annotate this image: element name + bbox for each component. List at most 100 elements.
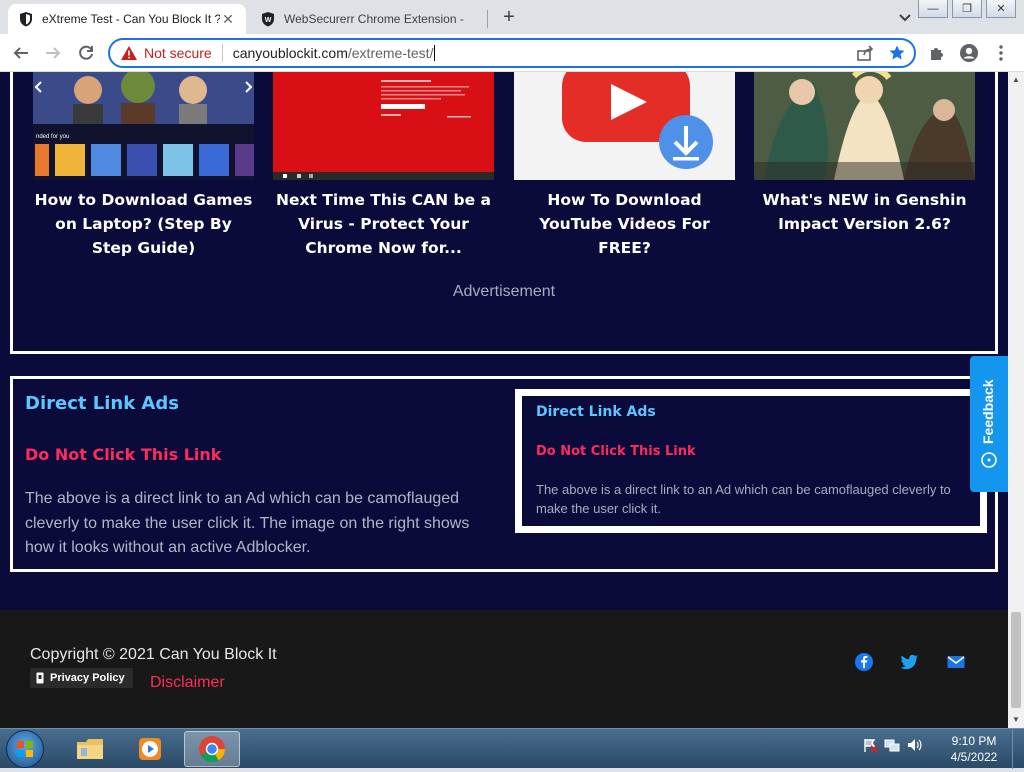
omnibox-actions <box>856 44 906 62</box>
privacy-policy-label: Privacy Policy <box>50 672 125 684</box>
taskbar-clock[interactable]: 9:10 PM 4/5/2022 <box>944 733 1004 765</box>
twitter-icon[interactable] <box>899 652 919 672</box>
reload-icon <box>79 45 93 60</box>
network-icon[interactable] <box>884 737 900 753</box>
back-arrow-icon <box>13 47 28 59</box>
clock-date: 4/5/2022 <box>950 750 998 764</box>
preview-description: The above is a direct link to an Ad whic… <box>536 482 951 516</box>
show-desktop-button[interactable] <box>1012 729 1024 769</box>
genshin-thumbnail-image <box>754 72 975 180</box>
folder-icon <box>77 739 103 759</box>
video-thumbnail[interactable] <box>754 72 975 180</box>
avatar-icon <box>960 44 978 62</box>
video-title[interactable]: What's NEW in Genshin Impact Version 2.6… <box>754 188 975 236</box>
feedback-chat-icon <box>981 452 997 468</box>
windows-taskbar: 9:10 PM 4/5/2022 <box>0 728 1024 769</box>
svg-text:nded for you: nded for you <box>36 134 69 140</box>
close-window-button[interactable]: ✕ <box>986 0 1016 18</box>
site-footer: Copyright © 2021 Can You Block It Privac… <box>0 610 1008 728</box>
omnibox-divider <box>221 44 223 62</box>
video-card[interactable]: What's NEW in Genshin Impact Version 2.6… <box>754 72 975 236</box>
video-thumbnail[interactable] <box>514 72 735 180</box>
scroll-up-arrow-icon[interactable]: ▲ <box>1008 72 1024 88</box>
tab-extreme-test[interactable]: eXtreme Test - Can You Block It ? ✕ <box>8 4 246 34</box>
feedback-label: Feedback <box>980 379 996 444</box>
minimize-button[interactable]: — <box>918 0 948 18</box>
websecurerr-favicon-icon: W <box>262 12 274 27</box>
start-button[interactable] <box>6 730 44 768</box>
video-card[interactable]: How To Download YouTube Videos For FREE? <box>514 72 735 260</box>
svg-text:W: W <box>265 17 272 24</box>
forward-arrow-icon <box>46 47 61 59</box>
windows-logo-icon <box>17 741 33 757</box>
related-videos-box: nded for you How to Download Games on La… <box>10 72 998 354</box>
extensions-button[interactable] <box>926 42 948 64</box>
bookmark-star-icon[interactable] <box>888 44 906 62</box>
back-button[interactable] <box>10 42 32 64</box>
media-player-icon <box>139 738 161 760</box>
taskbar-file-explorer[interactable] <box>62 731 118 767</box>
share-icon[interactable] <box>856 44 874 62</box>
chrome-logo-icon <box>199 736 226 763</box>
restore-button[interactable]: ❐ <box>952 0 982 18</box>
taskbar-chrome[interactable] <box>184 731 240 767</box>
video-thumbnail[interactable]: nded for you <box>33 72 254 180</box>
shield-favicon-icon <box>20 12 32 27</box>
scroll-thumb[interactable] <box>1011 612 1021 708</box>
taskbar-media-player[interactable] <box>122 731 178 767</box>
preview-link-text: Do Not Click This Link <box>536 444 696 459</box>
tab-title: eXtreme Test - Can You Block It ? <box>42 12 220 26</box>
tab-websecurerr[interactable]: W WebSecurerr Chrome Extension - <box>250 4 486 34</box>
address-bar[interactable]: Not secure canyoublockit.com/extreme-tes… <box>108 38 916 68</box>
copyright-text: Copyright © 2021 Can You Block It <box>30 646 277 663</box>
privacy-lock-icon <box>36 672 44 684</box>
email-icon[interactable] <box>946 652 966 672</box>
volume-icon[interactable] <box>906 737 922 753</box>
video-card[interactable]: nded for you How to Download Games on La… <box>33 72 254 260</box>
url-path: /extreme-test/ <box>347 45 434 61</box>
tab-search-chevron-icon[interactable] <box>896 8 914 26</box>
video-card[interactable]: Next Time This CAN be a Virus - Protect … <box>273 72 494 260</box>
vertical-scrollbar[interactable]: ▲ ▼ <box>1008 72 1024 728</box>
window-controls: — ❐ ✕ <box>918 0 1016 18</box>
action-center-flag-icon[interactable] <box>862 737 878 753</box>
profile-button[interactable] <box>958 42 980 64</box>
do-not-click-link[interactable]: Do Not Click This Link <box>25 445 221 464</box>
video-title[interactable]: Next Time This CAN be a Virus - Protect … <box>273 188 494 260</box>
new-tab-button[interactable]: + <box>498 6 520 28</box>
section-title: Direct Link Ads <box>25 393 179 414</box>
tab-close-icon[interactable]: ✕ <box>220 11 236 27</box>
games-thumbnail-image: nded for you <box>33 72 254 180</box>
advertisement-label: Advertisement <box>452 283 556 300</box>
warning-triangle-icon[interactable] <box>120 45 138 61</box>
text-caret <box>434 45 436 61</box>
tab-title: WebSecurerr Chrome Extension - <box>284 12 464 26</box>
scroll-down-arrow-icon[interactable]: ▼ <box>1008 712 1024 728</box>
reload-button[interactable] <box>75 42 97 64</box>
page-viewport: nded for you How to Download Games on La… <box>0 72 1008 728</box>
direct-link-preview-image: Direct Link Ads Do Not Click This Link T… <box>515 389 987 533</box>
privacy-policy-button[interactable]: Privacy Policy <box>30 668 133 688</box>
browser-toolbar: Not secure canyoublockit.com/extreme-tes… <box>0 34 1024 72</box>
tab-strip: eXtreme Test - Can You Block It ? ✕ W We… <box>0 0 1024 34</box>
chrome-menu-button[interactable] <box>990 42 1012 64</box>
forward-button[interactable] <box>42 42 64 64</box>
video-title[interactable]: How to Download Games on Laptop? (Step B… <box>33 188 254 260</box>
not-secure-label[interactable]: Not secure <box>144 45 212 61</box>
preview-title: Direct Link Ads <box>536 404 656 420</box>
kebab-menu-icon <box>999 45 1003 61</box>
virus-warning-thumbnail-image <box>273 72 494 180</box>
clock-time: 9:10 PM <box>951 734 997 748</box>
url-host: canyoublockit.com <box>232 45 348 61</box>
system-tray <box>862 737 922 753</box>
video-thumbnail[interactable] <box>273 72 494 180</box>
video-title[interactable]: How To Download YouTube Videos For FREE? <box>514 188 735 260</box>
disclaimer-link[interactable]: Disclaimer <box>150 674 225 692</box>
youtube-download-thumbnail-image <box>514 72 735 180</box>
puzzle-icon <box>931 48 943 60</box>
facebook-icon[interactable] <box>854 652 874 672</box>
tab-separator <box>487 10 488 28</box>
section-description: The above is a direct link to an Ad whic… <box>25 490 470 556</box>
feedback-tab[interactable]: Feedback <box>970 356 1008 492</box>
direct-link-ads-section: Direct Link Ads Do Not Click This Link T… <box>10 376 998 572</box>
